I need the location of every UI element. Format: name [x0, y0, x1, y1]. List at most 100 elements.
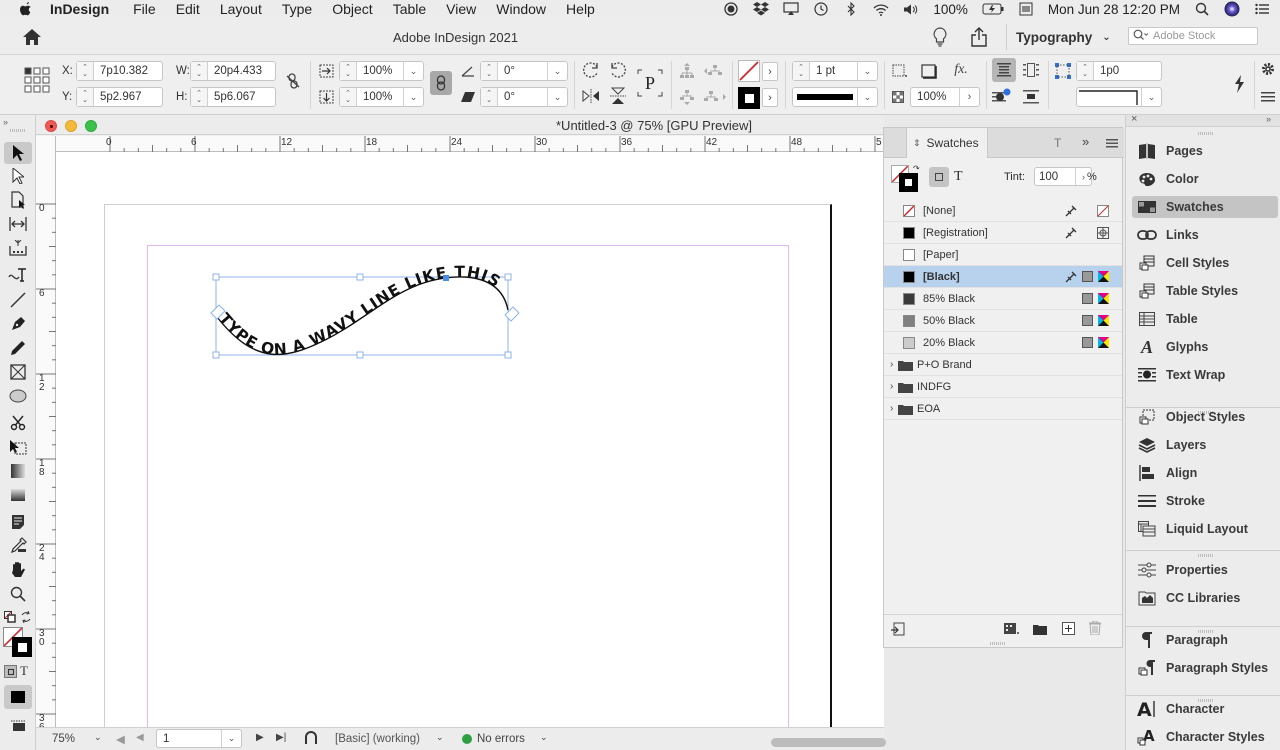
select-parent-icon[interactable]: [704, 89, 726, 105]
dock-item-pages[interactable]: Pages: [1132, 140, 1278, 162]
tab-other[interactable]: T: [1054, 136, 1061, 150]
dock-item-cc-libraries[interactable]: CC Libraries: [1132, 587, 1278, 609]
swap-fill-stroke-icon[interactable]: ↷: [913, 164, 920, 173]
formatting-affects-text-icon[interactable]: T: [20, 663, 28, 679]
close-window-button[interactable]: [45, 120, 57, 132]
close-icon[interactable]: ×: [1131, 113, 1137, 125]
hand-tool[interactable]: [4, 559, 32, 581]
dock-item-layers[interactable]: Layers: [1132, 434, 1278, 456]
gradient-feather-tool[interactable]: [4, 484, 32, 506]
horizontal-scrollbar[interactable]: [771, 738, 886, 747]
note-tool[interactable]: [4, 511, 32, 533]
menu-window[interactable]: Window: [496, 1, 546, 17]
chevron-down-icon[interactable]: ⌄: [403, 62, 423, 80]
show-swatch-kinds-icon[interactable]: [891, 622, 905, 639]
stroke-swatch-menu-button[interactable]: ›: [762, 88, 778, 107]
dock-item-swatches[interactable]: Swatches: [1132, 196, 1278, 218]
stroke-proxy-black[interactable]: [12, 637, 32, 657]
swatch-row[interactable]: [Registration]: [884, 222, 1122, 244]
new-swatch-icon[interactable]: [1062, 622, 1075, 638]
rotate-clockwise-icon[interactable]: [582, 61, 600, 79]
notification-center-icon[interactable]: [1254, 2, 1270, 16]
selection-tool[interactable]: [4, 142, 32, 164]
workspace-switcher[interactable]: Typography ⌄: [1006, 24, 1111, 50]
height-input[interactable]: ⌃ ⌄ 5p6.067: [190, 87, 276, 107]
scissors-tool[interactable]: [4, 412, 32, 434]
dock-item-cell-styles[interactable]: Cell Styles: [1132, 252, 1278, 274]
gradient-swatch-tool[interactable]: [4, 460, 32, 482]
dropbox-icon[interactable]: [753, 2, 770, 16]
dock-item-table[interactable]: Table: [1132, 308, 1278, 330]
rotation-input[interactable]: ⌃ ⌄ 0° ⌄: [480, 61, 568, 81]
effects-fx-icon[interactable]: fx.: [950, 61, 972, 79]
swatch-group-row[interactable]: › P+O Brand: [884, 354, 1122, 376]
dock-item-liquid-layout[interactable]: Liquid Layout: [1132, 518, 1278, 540]
share-icon[interactable]: [970, 27, 988, 50]
first-page-icon[interactable]: ◀︎: [116, 732, 125, 746]
x-stepper[interactable]: ⌃ ⌄: [77, 62, 94, 80]
record-icon[interactable]: [723, 2, 739, 16]
fill-swatch-menu-button[interactable]: ›: [762, 62, 778, 81]
apple-icon[interactable]: [18, 1, 34, 17]
scale-x-input[interactable]: ⌃ ⌄ 100% ⌄: [339, 61, 424, 81]
next-page-icon[interactable]: ▶︎: [256, 732, 264, 743]
dock-group-grip[interactable]: [1198, 554, 1214, 557]
chevron-down-icon[interactable]: ⌄: [547, 88, 567, 106]
text-wrap-jump-object-icon[interactable]: [1022, 88, 1040, 106]
gear-icon[interactable]: [1260, 61, 1276, 77]
dock-item-text-wrap[interactable]: Text Wrap: [1132, 364, 1278, 386]
bluetooth-icon[interactable]: [843, 2, 859, 16]
fill-none-swatch[interactable]: [738, 60, 760, 82]
content-collector-tool[interactable]: [4, 237, 32, 259]
previous-page-icon[interactable]: ◀︎: [136, 732, 144, 743]
horizontal-ruler[interactable]: 0 6 12 18 24 30 36 42 48 5: [56, 136, 884, 152]
dock-item-character[interactable]: A Character: [1132, 698, 1278, 720]
chevron-down-icon[interactable]: ⌄: [857, 62, 877, 80]
dock-item-properties[interactable]: Properties: [1132, 559, 1278, 581]
zoom-tool[interactable]: [4, 583, 32, 605]
text-wrap-none-icon[interactable]: [992, 58, 1016, 82]
select-previous-object-icon[interactable]: [678, 63, 696, 79]
chevron-down-icon[interactable]: ⌄: [857, 88, 877, 106]
direct-selection-tool[interactable]: [4, 165, 32, 187]
rectangle-frame-tool[interactable]: [4, 361, 32, 383]
airplay-icon[interactable]: [783, 2, 799, 16]
wifi-icon[interactable]: [873, 2, 889, 16]
dock-item-object-styles[interactable]: Object Styles: [1132, 406, 1278, 428]
menu-help[interactable]: Help: [566, 1, 595, 17]
flip-horizontal-icon[interactable]: [582, 87, 600, 105]
rotation-stepper[interactable]: ⌃ ⌄: [481, 62, 498, 80]
dock-item-paragraph[interactable]: Paragraph: [1132, 629, 1278, 651]
menu-object[interactable]: Object: [332, 1, 372, 17]
dock-item-links[interactable]: Links: [1132, 224, 1278, 246]
siri-icon[interactable]: [1224, 1, 1240, 17]
adobe-stock-search[interactable]: Adobe Stock: [1128, 27, 1258, 45]
type-on-path-object[interactable]: TYPE ON A WAVY LINE LIKE THIS: [205, 263, 525, 375]
swatch-row[interactable]: 50% Black: [884, 310, 1122, 332]
chevron-right-icon[interactable]: ›: [890, 403, 893, 414]
shear-stepper[interactable]: ⌃ ⌄: [481, 88, 498, 106]
x-position-input[interactable]: ⌃ ⌄ 7p10.382: [76, 61, 163, 81]
tab-swatches[interactable]: ⇕ Swatches: [906, 128, 988, 158]
panel-menu-icon[interactable]: [1260, 89, 1276, 105]
dock-item-color[interactable]: Color: [1132, 168, 1278, 190]
menu-table[interactable]: Table: [393, 1, 426, 17]
stroke-frame-icon[interactable]: [920, 63, 938, 79]
zoom-window-button[interactable]: [85, 120, 97, 132]
delete-swatch-icon[interactable]: [1089, 620, 1101, 638]
formatting-affects-text-button[interactable]: T: [954, 169, 963, 185]
path-center-bracket[interactable]: [443, 275, 449, 281]
preflight-menu-icon[interactable]: [303, 731, 319, 748]
scale-y-stepper[interactable]: ⌃ ⌄: [340, 88, 357, 106]
stroke-type-select[interactable]: ⌄: [792, 87, 878, 107]
flip-vertical-icon[interactable]: [609, 87, 627, 105]
swatch-group-row[interactable]: › EOA: [884, 398, 1122, 420]
dock-item-table-styles[interactable]: Table Styles: [1132, 280, 1278, 302]
vertical-ruler[interactable]: 0 6 1 2 1 8 2 4 3 0 3 6: [36, 136, 56, 750]
last-page-icon[interactable]: ▶︎|: [276, 732, 286, 743]
keyboard-viewer-icon[interactable]: [1018, 2, 1034, 16]
menu-type[interactable]: Type: [282, 1, 312, 17]
chevron-down-icon[interactable]: ⌄: [403, 88, 423, 106]
chevron-right-icon[interactable]: ›: [890, 381, 893, 392]
y-position-input[interactable]: ⌃ ⌄ 5p2.967: [76, 87, 163, 107]
